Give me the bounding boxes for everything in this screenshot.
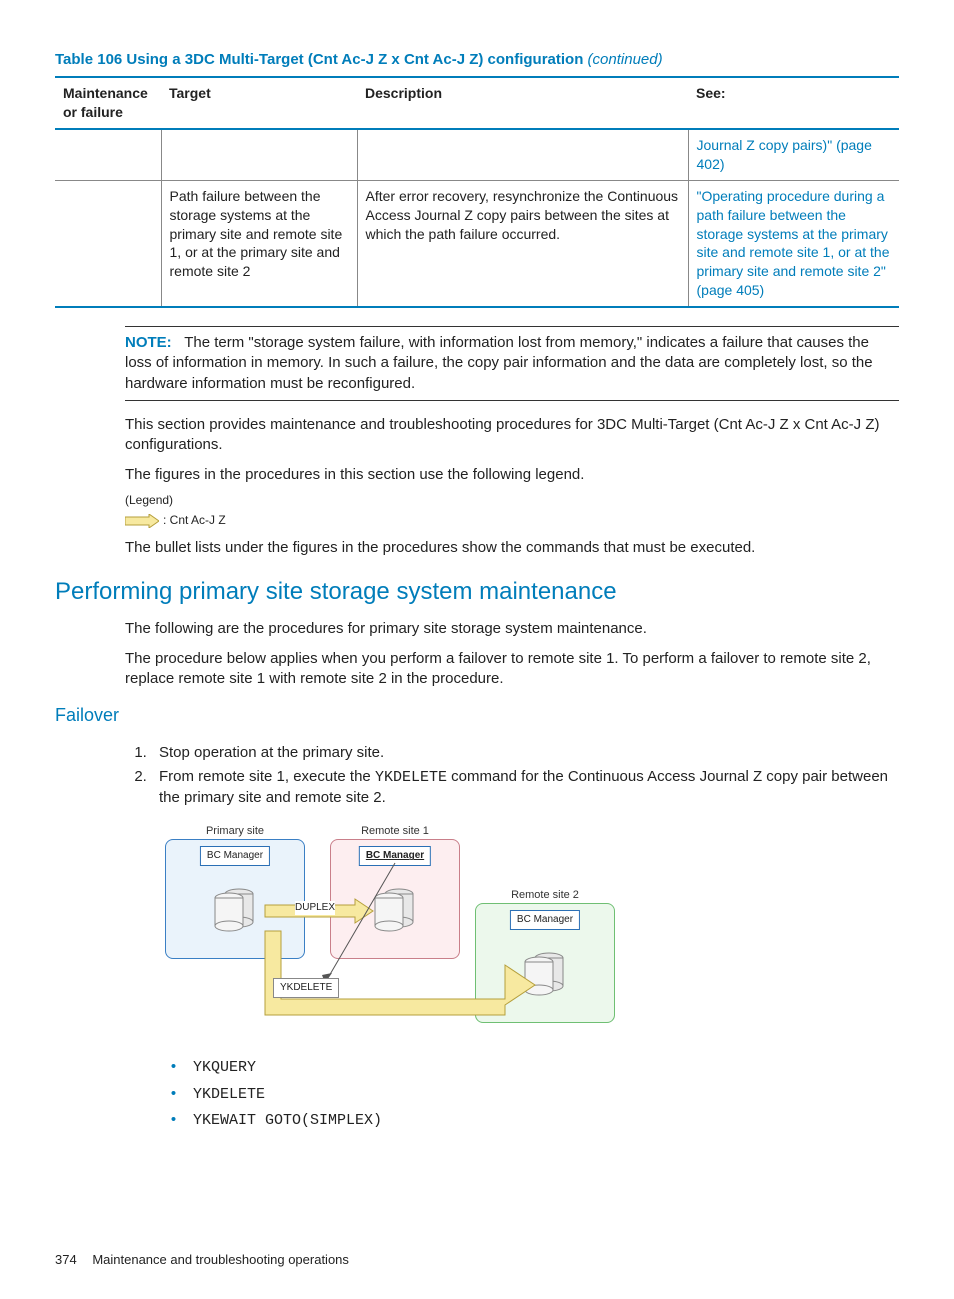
paragraph: The figures in the procedures in this se…	[125, 465, 899, 485]
duplex-label: DUPLEX	[295, 901, 335, 915]
list-item: YKDELETE	[193, 1085, 899, 1105]
cell-description: After error recovery, resynchronize the …	[357, 180, 688, 307]
cell-target: Path failure between the storage systems…	[161, 180, 357, 307]
storage-icon	[371, 886, 421, 936]
table-title-text: Table 106 Using a 3DC Multi-Target (Cnt …	[55, 51, 583, 68]
legend: (Legend) : Cnt Ac-J Z	[125, 492, 899, 528]
table-title: Table 106 Using a 3DC Multi-Target (Cnt …	[55, 50, 899, 70]
storage-icon	[521, 950, 571, 1000]
config-table: Maintenance or failure Target Descriptio…	[55, 76, 899, 308]
step-text: From remote site 1, execute the	[159, 768, 375, 785]
paragraph: This section provides maintenance and tr…	[125, 415, 899, 456]
table-title-continued: (continued)	[583, 51, 662, 68]
legend-label: : Cnt Ac-J Z	[163, 513, 226, 527]
page-footer: 374 Maintenance and troubleshooting oper…	[55, 1251, 899, 1269]
footer-title: Maintenance and troubleshooting operatio…	[92, 1252, 349, 1267]
paragraph: The procedure below applies when you per…	[125, 649, 899, 690]
legend-title: (Legend)	[125, 492, 899, 508]
paragraph: The bullet lists under the figures in th…	[125, 538, 899, 558]
bc-manager-remote2: BC Manager	[510, 910, 580, 930]
section-heading: Performing primary site storage system m…	[55, 576, 899, 608]
note-text: The term "storage system failure, with i…	[125, 334, 873, 392]
step-list: Stop operation at the primary site. From…	[125, 743, 899, 809]
th-target: Target	[161, 77, 357, 129]
th-description: Description	[357, 77, 688, 129]
storage-icon	[211, 886, 261, 936]
arrow-icon	[125, 514, 159, 528]
list-item: YKEWAIT GOTO(SIMPLEX)	[193, 1111, 899, 1131]
list-item: From remote site 1, execute the YKDELETE…	[151, 767, 899, 809]
note-label: NOTE:	[125, 334, 172, 351]
step-text: Stop operation at the primary site.	[159, 744, 384, 761]
remote1-site-label: Remote site 1	[361, 824, 429, 839]
note-block: NOTE: The term "storage system failure, …	[125, 326, 899, 401]
see-link-1[interactable]: Journal Z copy pairs)" (page 402)	[697, 137, 872, 172]
table-row: Journal Z copy pairs)" (page 402)	[55, 129, 899, 180]
th-see: See:	[688, 77, 899, 129]
table-row: Path failure between the storage systems…	[55, 180, 899, 307]
inline-command: YKDELETE	[375, 769, 447, 786]
see-link-2[interactable]: "Operating procedure during a path failu…	[697, 188, 890, 298]
command-list: YKQUERY YKDELETE YKEWAIT GOTO(SIMPLEX)	[165, 1058, 899, 1131]
th-maintenance: Maintenance or failure	[55, 77, 161, 129]
list-item: Stop operation at the primary site.	[151, 743, 899, 763]
ykdelete-label: YKDELETE	[273, 978, 339, 998]
subsection-heading: Failover	[55, 703, 899, 727]
list-item: YKQUERY	[193, 1058, 899, 1078]
diagram: Primary site BC Manager Remote site 1 BC…	[165, 823, 899, 1043]
primary-site-label: Primary site	[206, 824, 264, 839]
page-number: 374	[55, 1252, 77, 1267]
remote2-site-label: Remote site 2	[511, 888, 579, 903]
bc-manager-remote1: BC Manager	[359, 846, 431, 866]
bc-manager-primary: BC Manager	[200, 846, 270, 866]
paragraph: The following are the procedures for pri…	[125, 619, 899, 639]
